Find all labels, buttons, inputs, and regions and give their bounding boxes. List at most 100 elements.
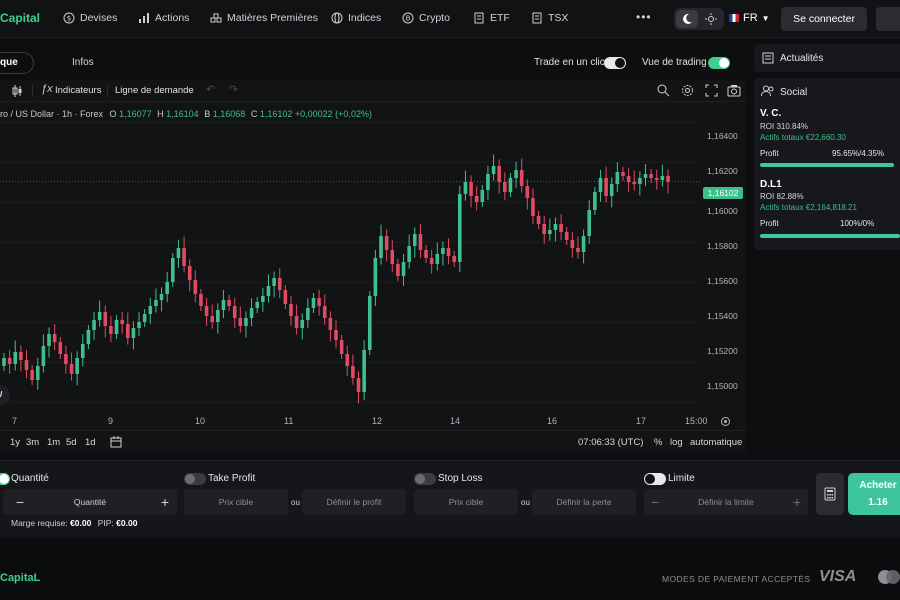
tab-infos[interactable]: Infos: [72, 57, 94, 68]
quantity-toggle[interactable]: [0, 473, 10, 485]
chart-settings-icon[interactable]: [720, 416, 731, 427]
range-1m[interactable]: 1m: [47, 437, 60, 448]
tab-chart[interactable]: que: [0, 52, 34, 74]
buy-price: 1.16: [868, 497, 888, 508]
tp-profit-input[interactable]: Définir le profit: [302, 489, 406, 515]
camera-icon[interactable]: [727, 84, 741, 97]
undo-icon[interactable]: ↶: [206, 83, 215, 96]
candles-plot[interactable]: [0, 102, 700, 422]
buy-button[interactable]: Acheter 1.16: [848, 473, 900, 515]
candle-body: [142, 314, 147, 322]
trader-name[interactable]: D.L1: [760, 179, 782, 190]
stop-loss-toggle[interactable]: [414, 473, 436, 485]
candle-body: [626, 176, 631, 182]
log-scale[interactable]: log: [670, 437, 683, 448]
one-click-toggle[interactable]: [604, 57, 626, 69]
quantity-stepper[interactable]: − Quantité +: [3, 489, 177, 515]
limit-stepper[interactable]: − Définir la limite +: [644, 489, 808, 515]
candle-body: [457, 194, 462, 262]
nav-devises[interactable]: $ Devises: [63, 12, 117, 24]
range-1y[interactable]: 1y: [10, 437, 20, 448]
sun-icon: [705, 13, 717, 25]
nav-label: Indices: [348, 12, 382, 24]
quantity-input[interactable]: Quantité: [74, 497, 106, 507]
candle-body: [199, 294, 203, 306]
limit-input[interactable]: Définir la limite: [698, 497, 754, 507]
candle-body: [294, 316, 299, 328]
gear-icon[interactable]: [681, 84, 694, 97]
profit-value: 100%/0%: [840, 219, 875, 228]
calculator-button[interactable]: [816, 473, 844, 515]
candle-body: [609, 184, 614, 196]
candle-body: [441, 248, 445, 254]
y-tick: 1,15200: [707, 346, 738, 356]
plus-icon[interactable]: +: [793, 489, 801, 515]
signup-button[interactable]: [876, 7, 900, 31]
candle-body: [429, 258, 434, 264]
trader-name[interactable]: V. C.: [760, 108, 781, 119]
demand-line-button[interactable]: Ligne de demande: [115, 85, 194, 96]
candle-body: [255, 302, 260, 308]
candle-body: [654, 178, 659, 180]
candle-body: [24, 360, 29, 370]
limit-toggle[interactable]: [644, 473, 666, 485]
minus-icon[interactable]: −: [651, 489, 659, 515]
x-tick: 7: [12, 416, 18, 426]
indicators-button[interactable]: Indicateurs: [55, 85, 101, 96]
language-selector[interactable]: FR ▼: [729, 12, 770, 24]
sl-loss-input[interactable]: Définir la perte: [532, 489, 636, 515]
magnifier-icon[interactable]: [657, 84, 670, 97]
auto-scale[interactable]: automatique: [690, 437, 742, 448]
nav-actions[interactable]: Actions: [138, 12, 189, 24]
login-button[interactable]: Se connecter: [781, 7, 867, 31]
candles-icon[interactable]: [12, 85, 22, 97]
pip-value: €0.00: [116, 518, 138, 528]
candle-body: [75, 358, 79, 374]
margin-value: €0.00: [70, 518, 92, 528]
trading-view-toggle[interactable]: [708, 57, 730, 69]
tp-target-input[interactable]: Prix cible: [184, 489, 288, 515]
candle-body: [103, 312, 108, 326]
candle-body: [159, 294, 164, 300]
minus-icon[interactable]: −: [16, 489, 24, 515]
take-profit-toggle[interactable]: [184, 473, 206, 485]
theme-toggle[interactable]: [674, 8, 724, 30]
news-panel[interactable]: Actualités: [754, 44, 900, 72]
fullscreen-icon[interactable]: [705, 84, 718, 97]
candle-body: [58, 342, 63, 354]
more-icon[interactable]: •••: [636, 10, 652, 24]
candle-body: [148, 306, 153, 314]
mastercard-icon: [878, 570, 900, 584]
candle-body: [418, 234, 423, 250]
quantity-label: Quantité: [11, 473, 49, 484]
redo-icon[interactable]: ↷: [229, 83, 238, 96]
trader-roi: ROI 82.88%: [760, 192, 804, 201]
x-tick: 9: [108, 416, 114, 426]
calendar-icon[interactable]: [110, 436, 122, 448]
candle-body: [182, 248, 186, 266]
footer-logo[interactable]: CapitaL: [0, 572, 40, 584]
nav-commodities[interactable]: Matières Premières: [210, 12, 318, 24]
nav-tsx[interactable]: TSX: [531, 12, 568, 24]
candle-body: [356, 378, 361, 392]
candle-body: [300, 320, 305, 328]
candle-body: [289, 304, 293, 316]
candle-body: [7, 358, 12, 364]
candle-body: [604, 178, 608, 196]
range-3m[interactable]: 3m: [26, 437, 39, 448]
candle-body: [345, 354, 350, 366]
candle-body: [238, 318, 243, 326]
nav-etf[interactable]: ETF: [473, 12, 510, 24]
range-5d[interactable]: 5d: [66, 437, 77, 448]
range-1d[interactable]: 1d: [85, 437, 96, 448]
nav-crypto[interactable]: B Crypto: [402, 12, 450, 24]
brand-logo[interactable]: Capital: [0, 11, 40, 25]
candle-body: [497, 166, 501, 182]
plus-icon[interactable]: +: [161, 489, 169, 515]
sl-target-input[interactable]: Prix cible: [414, 489, 518, 515]
candle-body: [47, 334, 51, 346]
nav-indices[interactable]: Indices: [331, 12, 381, 24]
percent-scale[interactable]: %: [654, 437, 662, 448]
price-chart[interactable]: ƒx Indicateurs Ligne de demande ↶ ↷ ro /…: [0, 80, 746, 453]
candle-body: [531, 198, 535, 216]
